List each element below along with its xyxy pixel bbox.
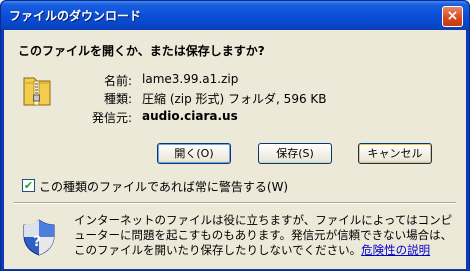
dialog-heading: このファイルを開くか、または保存しますか? bbox=[18, 44, 265, 58]
name-label: 名前: bbox=[103, 74, 132, 88]
zip-file-icon bbox=[23, 77, 51, 106]
divider bbox=[14, 202, 456, 204]
close-icon: × bbox=[446, 8, 459, 24]
source-label: 発信元: bbox=[91, 111, 132, 125]
file-type-value: 圧縮 (zip 形式) フォルダ, 596 KB bbox=[142, 92, 327, 106]
title-bar[interactable]: ファイルのダウンロード × bbox=[1, 1, 469, 30]
dialog-body: このファイルを開くか、または保存しますか? 名前: lame3.99.a1.zi… bbox=[4, 30, 466, 269]
always-warn-checkbox[interactable]: ✔ bbox=[22, 179, 35, 192]
risk-explanation-link[interactable]: 危険性の説明 bbox=[361, 243, 430, 257]
save-button[interactable]: 保存(S) bbox=[258, 143, 332, 164]
open-button[interactable]: 開く(O) bbox=[157, 143, 231, 164]
window-title: ファイルのダウンロード bbox=[9, 9, 142, 23]
svg-text:?: ? bbox=[33, 234, 41, 250]
security-warning: インターネットのファイルは役に立ちますが、ファイルによってはコンピューターに問題… bbox=[74, 213, 460, 258]
close-button[interactable]: × bbox=[442, 6, 463, 27]
always-warn-label[interactable]: この種類のファイルであれば常に警告する(W) bbox=[39, 178, 288, 195]
file-name-value: lame3.99.a1.zip bbox=[142, 72, 239, 86]
source-value: audio.ciara.us bbox=[142, 109, 238, 123]
cancel-button[interactable]: キャンセル bbox=[358, 143, 432, 164]
security-shield-icon: ? bbox=[23, 219, 55, 256]
type-label: 種類: bbox=[103, 92, 132, 106]
download-dialog: ファイルのダウンロード × このファイルを開くか、または保存しますか? 名前: … bbox=[0, 0, 470, 271]
